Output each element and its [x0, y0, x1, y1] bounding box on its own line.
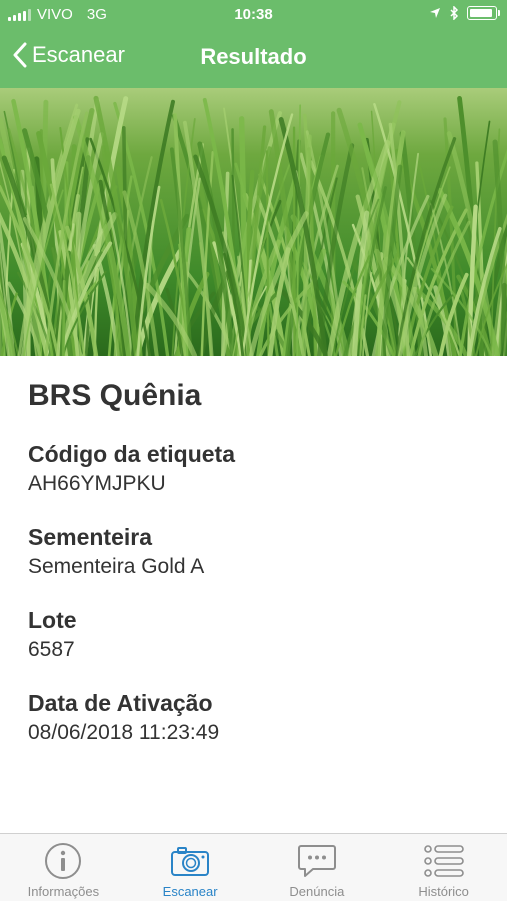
tab-historico[interactable]: Histórico — [380, 834, 507, 901]
field-value: 6587 — [28, 638, 75, 661]
battery-icon — [467, 6, 500, 20]
list-icon — [423, 845, 464, 877]
status-right — [429, 6, 500, 20]
grass-illustration — [0, 88, 507, 356]
navigation-bar: Escanear Resultado — [0, 30, 507, 88]
tab-label: Informações — [27, 884, 100, 899]
tab-label: Escanear — [162, 884, 218, 899]
field-value: 08/06/2018 11:23:49 — [28, 721, 220, 744]
tab-denuncia[interactable]: Denúncia — [254, 834, 381, 901]
page-title: Resultado — [200, 44, 307, 69]
field-label: Código da etiqueta — [28, 441, 235, 467]
chat-bubble-icon — [297, 845, 336, 877]
location-arrow-icon — [430, 8, 440, 18]
field-tag-code: Código da etiqueta AH66YMJPKU — [28, 441, 487, 496]
field-seed-producer: Sementeira Sementeira Gold A — [28, 524, 487, 579]
camera-icon — [171, 847, 210, 876]
tab-informacoes[interactable]: Informações — [0, 834, 127, 901]
info-icon — [45, 843, 82, 879]
bluetooth-icon — [450, 6, 459, 20]
tab-bar: Informações Escanear Denúncia Histórico — [0, 833, 507, 901]
product-name: BRS Quênia — [28, 379, 202, 412]
tab-label: Denúncia — [289, 884, 345, 899]
field-lot: Lote 6587 — [28, 607, 487, 662]
field-value: Sementeira Gold A — [28, 555, 205, 578]
field-label: Lote — [28, 607, 77, 633]
tab-escanear[interactable]: Escanear — [127, 834, 254, 901]
product-image — [0, 88, 507, 356]
product-details: BRS Quênia Código da etiqueta AH66YMJPKU… — [28, 375, 487, 773]
field-activation-date: Data de Ativação 08/06/2018 11:23:49 — [28, 690, 487, 745]
field-value: AH66YMJPKU — [28, 472, 166, 495]
field-label: Sementeira — [28, 524, 153, 550]
tab-label: Histórico — [418, 884, 469, 899]
status-bar: VIVO 3G 10:38 — [0, 0, 507, 30]
field-label: Data de Ativação — [28, 690, 213, 716]
